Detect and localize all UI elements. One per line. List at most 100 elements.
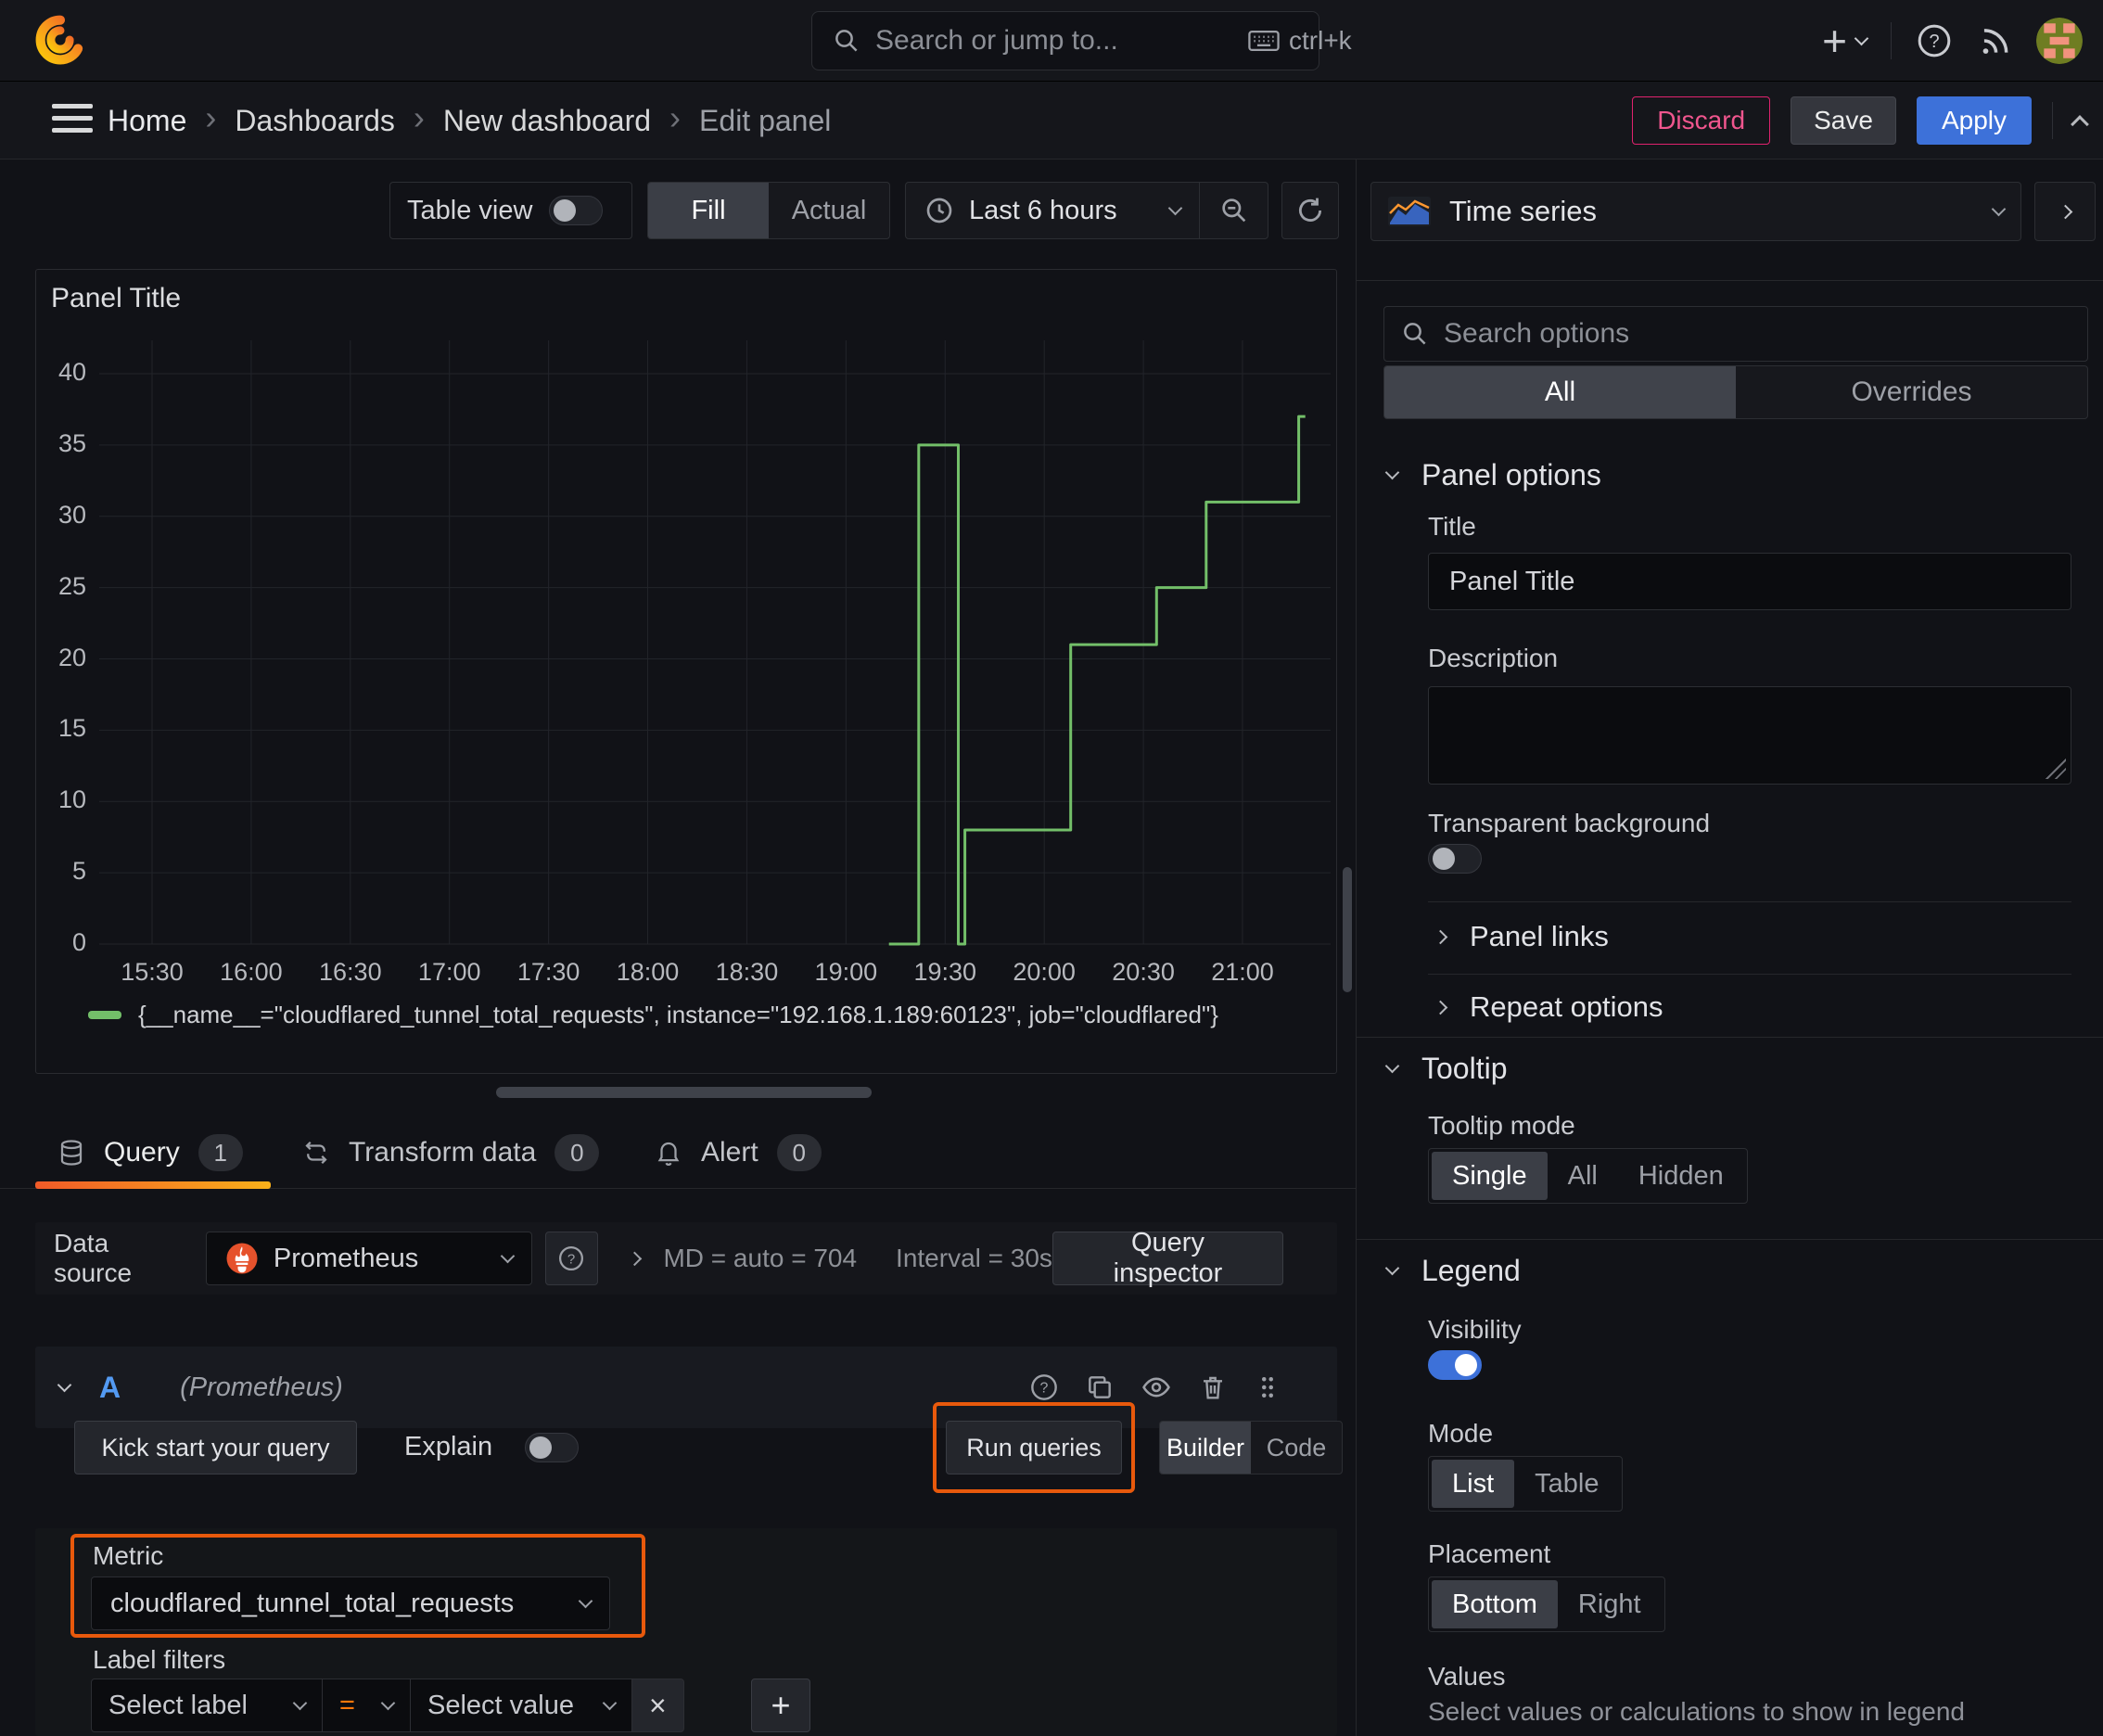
- options-search[interactable]: [1383, 306, 2088, 362]
- x-axis-tick: 20:30: [1112, 958, 1175, 986]
- collapse-chevron-up-icon[interactable]: [2071, 115, 2089, 134]
- select-label-dropdown[interactable]: Select label: [91, 1679, 323, 1732]
- hide-query-eye-icon[interactable]: [1141, 1372, 1172, 1403]
- textarea-resize-handle[interactable]: [2046, 759, 2066, 779]
- discard-button[interactable]: Discard: [1632, 96, 1771, 145]
- placement-bottom[interactable]: Bottom: [1432, 1580, 1558, 1628]
- legend-mode-table[interactable]: Table: [1514, 1460, 1619, 1508]
- query-inspector-button[interactable]: Query inspector: [1052, 1228, 1284, 1288]
- options-search-input[interactable]: [1444, 318, 2071, 350]
- panel-title-input[interactable]: [1428, 553, 2071, 610]
- query-help-icon[interactable]: ?: [1029, 1372, 1059, 1402]
- description-textarea[interactable]: [1428, 686, 2071, 785]
- divider: [1428, 901, 2071, 902]
- tooltip-mode-hidden[interactable]: Hidden: [1618, 1152, 1744, 1200]
- svg-text:?: ?: [567, 1251, 575, 1267]
- kickstart-query-button[interactable]: Kick start your query: [74, 1421, 357, 1474]
- delete-query-trash-icon[interactable]: [1198, 1372, 1228, 1402]
- menu-toggle-icon[interactable]: [52, 104, 93, 140]
- series-name[interactable]: {__name__="cloudflared_tunnel_total_requ…: [138, 1001, 1218, 1029]
- new-dropdown-button[interactable]: +: [1822, 19, 1869, 62]
- tab-all[interactable]: All: [1384, 366, 1736, 418]
- legend-section-header[interactable]: Legend: [1384, 1254, 1521, 1288]
- metric-select[interactable]: cloudflared_tunnel_total_requests: [91, 1576, 610, 1630]
- collapse-query-chevron[interactable]: [57, 1377, 72, 1392]
- datasource-picker[interactable]: Prometheus: [205, 1232, 532, 1285]
- user-avatar[interactable]: [2036, 18, 2083, 64]
- expand-options-chevron[interactable]: [627, 1251, 642, 1266]
- y-axis-tick: 40: [57, 358, 86, 386]
- x-axis-tick: 19:30: [913, 958, 977, 986]
- operator-dropdown[interactable]: =: [322, 1679, 411, 1732]
- save-button[interactable]: Save: [1791, 96, 1896, 145]
- panel-links-label: Panel links: [1470, 920, 1609, 952]
- breadcrumb-dashboards[interactable]: Dashboards: [235, 104, 395, 138]
- tab-alert-label: Alert: [701, 1137, 758, 1168]
- run-queries-button[interactable]: Run queries: [946, 1421, 1122, 1474]
- panel-options-header[interactable]: Panel options: [1384, 458, 1601, 492]
- global-search[interactable]: ctrl+k: [811, 11, 1352, 70]
- x-axis-tick: 20:00: [1013, 958, 1076, 986]
- actual-option[interactable]: Actual: [769, 183, 889, 238]
- table-view-toggle[interactable]: [549, 196, 604, 225]
- breadcrumb-home[interactable]: Home: [108, 104, 186, 138]
- tooltip-mode-label: Tooltip mode: [1428, 1111, 1575, 1140]
- duplicate-query-icon[interactable]: [1085, 1372, 1115, 1402]
- help-icon[interactable]: ?: [1916, 22, 1953, 59]
- all-overrides-tabs: All Overrides: [1383, 365, 2088, 419]
- x-axis-tick: 16:00: [220, 958, 283, 986]
- news-rss-icon[interactable]: [1977, 23, 2012, 58]
- visualization-picker[interactable]: Time series: [1370, 182, 2021, 241]
- apply-button[interactable]: Apply: [1916, 96, 2032, 145]
- select-value-dropdown[interactable]: Select value: [410, 1679, 632, 1732]
- datasource-help-button[interactable]: ?: [544, 1232, 598, 1285]
- legend-mode-list[interactable]: List: [1432, 1460, 1515, 1508]
- drag-handle-icon[interactable]: [1254, 1373, 1281, 1401]
- panel-title[interactable]: Panel Title: [51, 283, 181, 314]
- tab-overrides[interactable]: Overrides: [1736, 366, 2087, 418]
- metric-label: Metric: [93, 1541, 164, 1570]
- x-axis-tick: 17:30: [516, 958, 580, 986]
- vertical-scrollbar[interactable]: [1343, 867, 1352, 992]
- legend-visibility-toggle[interactable]: [1428, 1350, 1482, 1380]
- query-row-header[interactable]: A (Prometheus) ?: [35, 1347, 1337, 1428]
- clock-icon: [924, 196, 954, 225]
- breadcrumb-edit-panel: Edit panel: [699, 103, 832, 137]
- repeat-options-section[interactable]: Repeat options: [1433, 990, 1663, 1024]
- tooltip-section-header[interactable]: Tooltip: [1384, 1052, 1508, 1086]
- tab-query[interactable]: Query 1: [57, 1117, 243, 1189]
- add-filter-button[interactable]: +: [751, 1679, 810, 1732]
- builder-option[interactable]: Builder: [1160, 1422, 1251, 1474]
- transparent-bg-toggle[interactable]: [1428, 844, 1482, 874]
- legend-mode-switch: List Table: [1428, 1456, 1624, 1512]
- time-series-chart[interactable]: [36, 270, 1338, 1075]
- grafana-logo-icon[interactable]: [35, 15, 85, 65]
- time-range-picker[interactable]: Last 6 hours: [906, 183, 1199, 238]
- fill-option[interactable]: Fill: [648, 183, 769, 238]
- horizontal-scrollbar[interactable]: [496, 1087, 872, 1098]
- active-tab-indicator: [35, 1181, 271, 1189]
- remove-filter-button[interactable]: ×: [631, 1679, 684, 1732]
- chart-legend[interactable]: {__name__="cloudflared_tunnel_total_requ…: [88, 1001, 1218, 1029]
- visualization-name: Time series: [1449, 195, 1598, 227]
- time-range-label: Last 6 hours: [969, 195, 1117, 225]
- tooltip-mode-single[interactable]: Single: [1432, 1152, 1548, 1200]
- toggle-viz-picker-button[interactable]: [2034, 182, 2096, 241]
- refresh-button[interactable]: [1281, 182, 1339, 239]
- x-axis-tick: 19:00: [814, 958, 878, 986]
- code-option[interactable]: Code: [1251, 1422, 1342, 1474]
- shortcut-hint: ctrl+k: [1248, 26, 1352, 56]
- tab-transform-data[interactable]: Transform data 0: [302, 1117, 600, 1189]
- transparent-bg-label: Transparent background: [1428, 809, 1711, 837]
- panel-links-section[interactable]: Panel links: [1433, 920, 1609, 953]
- placement-right[interactable]: Right: [1558, 1580, 1662, 1628]
- x-axis-tick: 21:00: [1211, 958, 1274, 986]
- explain-toggle[interactable]: [525, 1433, 579, 1462]
- zoom-out-button[interactable]: [1199, 183, 1268, 238]
- search-input[interactable]: [875, 25, 1233, 57]
- placement-label: Placement: [1428, 1539, 1551, 1568]
- tooltip-mode-all[interactable]: All: [1548, 1152, 1618, 1200]
- breadcrumb-new-dashboard[interactable]: New dashboard: [443, 104, 651, 138]
- tab-alert[interactable]: Alert 0: [655, 1117, 822, 1189]
- divider: [1357, 280, 2103, 281]
